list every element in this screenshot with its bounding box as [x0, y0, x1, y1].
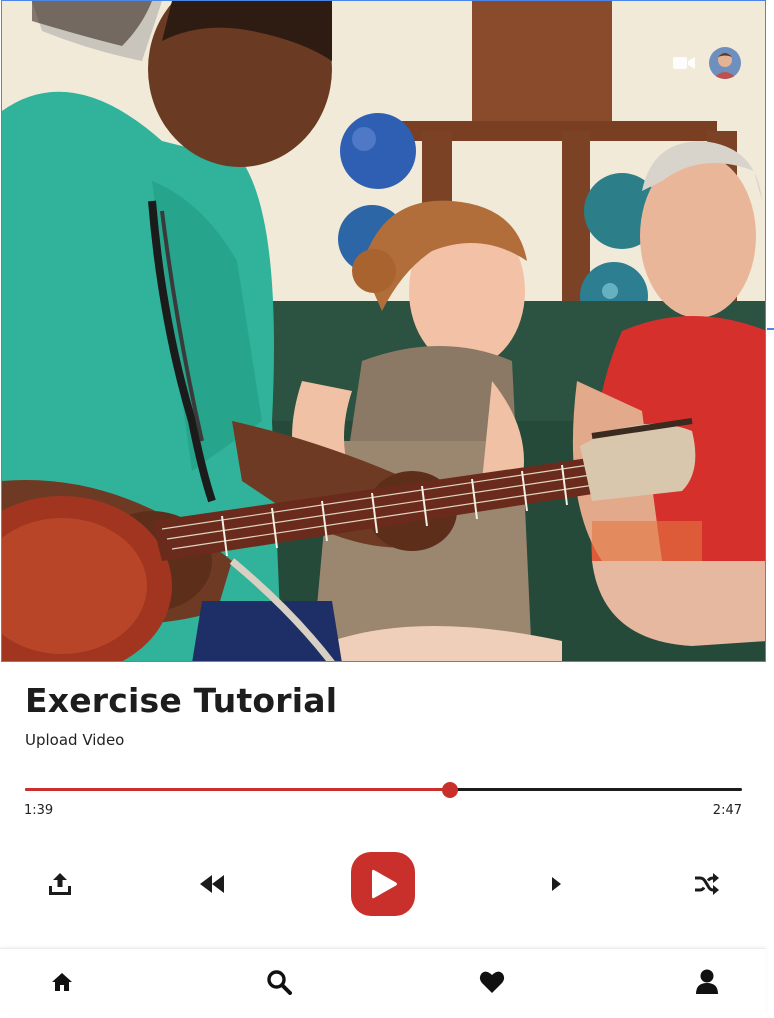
shuffle-icon — [695, 873, 719, 895]
next-icon — [552, 877, 561, 891]
video-camera-icon[interactable] — [673, 55, 695, 71]
nav-profile[interactable] — [692, 967, 722, 997]
next-button[interactable] — [546, 873, 566, 895]
edge-divider — [767, 328, 774, 330]
rewind-button[interactable] — [197, 871, 227, 897]
total-time: 2:47 — [712, 803, 742, 818]
profile-icon — [696, 969, 718, 994]
shuffle-button[interactable] — [692, 870, 720, 898]
heart-icon — [479, 971, 505, 993]
playback-progress-slider[interactable] — [25, 780, 742, 800]
nav-home[interactable] — [47, 967, 77, 997]
progress-thumb[interactable] — [442, 782, 459, 798]
track-subtitle[interactable]: Upload Video — [25, 731, 124, 749]
nav-search[interactable] — [264, 967, 294, 997]
upload-button[interactable] — [46, 870, 74, 898]
track-title: Exercise Tutorial — [25, 681, 338, 720]
nav-favorites[interactable] — [477, 967, 507, 997]
group-music-class-photo — [2, 1, 765, 661]
hero-top-right-actions — [673, 47, 741, 79]
avatar[interactable] — [709, 47, 741, 79]
upload-icon — [49, 873, 71, 895]
search-icon — [267, 970, 292, 995]
play-icon — [372, 869, 397, 899]
home-icon — [52, 973, 72, 991]
hero-image — [1, 0, 766, 662]
current-time: 1:39 — [24, 803, 54, 818]
rewind-icon — [200, 875, 224, 893]
music-player-screen: Exercise Tutorial Upload Video 1:39 2:47 — [0, 0, 774, 1018]
progress-fill — [25, 788, 451, 791]
bottom-navigation — [0, 948, 766, 1015]
play-button[interactable] — [351, 852, 415, 916]
